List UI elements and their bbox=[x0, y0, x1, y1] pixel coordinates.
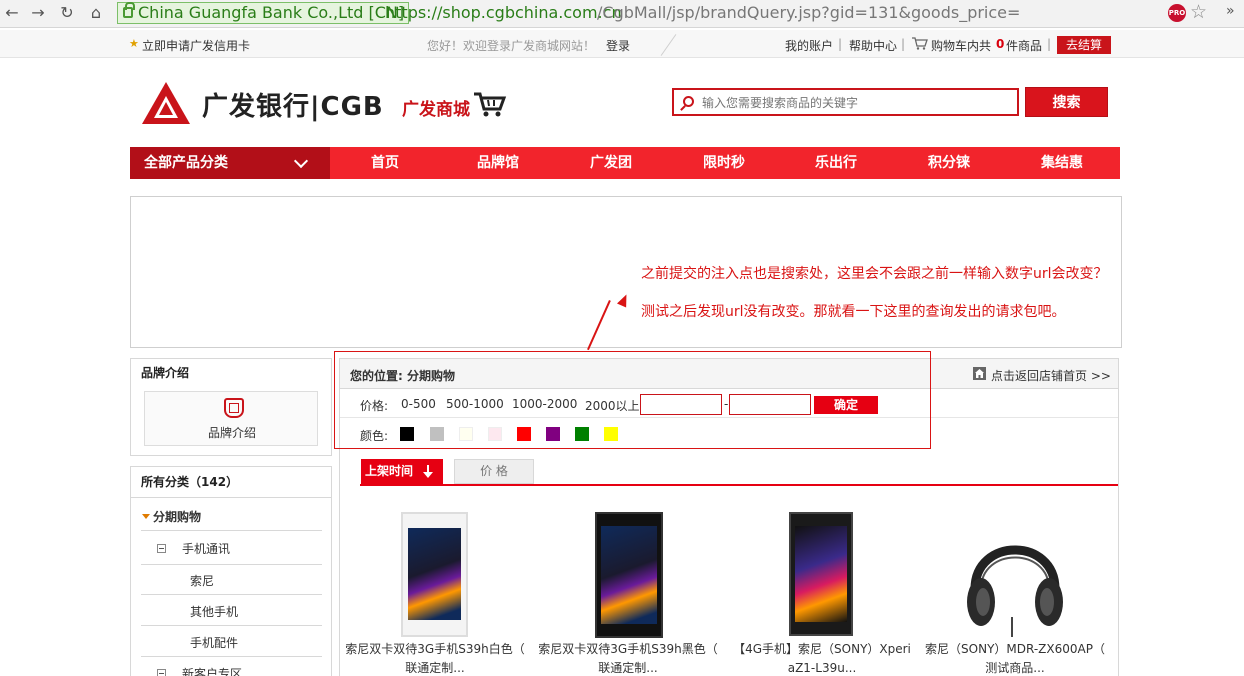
sort-tabs: 上架时间 价 格 bbox=[339, 449, 1119, 487]
product-image[interactable] bbox=[965, 517, 1065, 637]
product-name-cont[interactable]: 联通定制... bbox=[533, 659, 723, 676]
category-group[interactable]: 手机通讯 bbox=[182, 540, 230, 557]
reload-icon[interactable]: ↻ bbox=[57, 3, 77, 23]
more-chevron-icon[interactable]: » bbox=[1226, 3, 1235, 19]
login-link[interactable]: 登录 bbox=[606, 37, 630, 54]
nav-item-points[interactable]: 积分铼 bbox=[899, 147, 999, 179]
secure-site-badge[interactable]: China Guangfa Bank Co.,Ltd [CN] bbox=[117, 2, 410, 24]
cart-suffix: 件商品 bbox=[1006, 39, 1043, 53]
divider bbox=[141, 594, 322, 595]
product-name-cont[interactable]: 测试商品... bbox=[920, 659, 1110, 676]
arrow-down-icon bbox=[423, 465, 433, 478]
annotation-highlight-box bbox=[334, 351, 931, 449]
brand-intro-panel: 品牌介绍 品牌介绍 bbox=[130, 358, 332, 456]
cart-logo-icon bbox=[473, 91, 507, 117]
brand-intro-card[interactable]: 品牌介绍 bbox=[144, 391, 318, 446]
forward-arrow-icon[interactable]: → bbox=[28, 3, 48, 23]
checkout-button[interactable]: 去结算 bbox=[1057, 36, 1111, 54]
lock-icon bbox=[123, 2, 135, 18]
categories-panel: 所有分类（142） 分期购物 手机通讯 索尼 其他手机 手机配件 新客户专区 bbox=[130, 466, 332, 676]
bookmark-star-icon[interactable]: ☆ bbox=[1190, 1, 1207, 23]
extension-pro-icon[interactable]: PRO bbox=[1168, 4, 1186, 22]
divider bbox=[141, 564, 322, 565]
divider bbox=[141, 625, 322, 626]
tabs-underline bbox=[360, 484, 1118, 486]
nav-item-group[interactable]: 广发团 bbox=[561, 147, 661, 179]
home-icon[interactable]: ⌂ bbox=[86, 3, 106, 23]
divider: | bbox=[1047, 37, 1052, 51]
nav-item-flash-sale[interactable]: 限时秒 bbox=[674, 147, 774, 179]
brand-intro-title: 品牌介绍 bbox=[141, 366, 190, 380]
cgb-logo-icon[interactable] bbox=[142, 82, 190, 124]
search-box bbox=[672, 88, 1019, 116]
url-host[interactable]: https://shop.cgbchina.com.cn bbox=[385, 2, 622, 24]
divider: | bbox=[901, 37, 906, 51]
tab-listing-time-label: 上架时间 bbox=[365, 464, 414, 478]
annotation-line-1: 之前提交的注入点也是搜索处，这里会不会跟之前一样输入数字url会改变？ bbox=[641, 266, 1108, 282]
search-button[interactable]: 搜索 bbox=[1025, 87, 1108, 117]
back-arrow-icon[interactable]: ← bbox=[2, 3, 22, 23]
browser-toolbar: ← → ↻ ⌂ China Guangfa Bank Co.,Ltd [CN] … bbox=[0, 0, 1244, 28]
site-top-bar: ★ 立即申请广发信用卡 您好！欢迎登录广发商城网站！ 登录 我的账户 | 帮助中… bbox=[0, 30, 1244, 58]
help-center-link[interactable]: 帮助中心 bbox=[849, 37, 897, 54]
cart-count: 0 bbox=[996, 37, 1005, 51]
product-image[interactable] bbox=[595, 512, 663, 638]
cart-small-icon bbox=[912, 37, 928, 50]
my-account-link[interactable]: 我的账户 bbox=[785, 37, 833, 54]
product-name-cont[interactable]: 联通定制... bbox=[340, 659, 530, 676]
product-name[interactable]: 【4G手机】索尼（SONY）Xperi bbox=[727, 640, 917, 659]
all-categories-menu[interactable]: 全部产品分类 bbox=[130, 147, 330, 179]
url-path[interactable]: /CgbMall/jsp/brandQuery.jsp?gid=131&good… bbox=[597, 2, 1020, 24]
cart-prefix: 购物车内共 bbox=[931, 39, 992, 53]
star-small-icon: ★ bbox=[129, 37, 139, 50]
secure-site-label: China Guangfa Bank Co.,Ltd [CN] bbox=[138, 3, 405, 22]
collapse-minus-icon[interactable] bbox=[157, 544, 166, 553]
triangle-down-icon bbox=[142, 514, 150, 519]
back-to-store-link[interactable]: 点击返回店铺首页 >> bbox=[991, 367, 1111, 384]
category-item[interactable]: 手机配件 bbox=[190, 634, 238, 651]
search-input[interactable] bbox=[702, 94, 1012, 112]
logo-mall-text[interactable]: 广发商城 bbox=[402, 95, 470, 120]
chevron-down-icon bbox=[293, 153, 309, 169]
divider bbox=[141, 656, 322, 657]
search-icon bbox=[683, 96, 694, 107]
product-image[interactable] bbox=[401, 512, 468, 637]
tab-price[interactable]: 价 格 bbox=[454, 459, 534, 484]
product-name-cont[interactable]: aZ1-L39u... bbox=[727, 659, 917, 676]
product-image[interactable] bbox=[789, 512, 853, 636]
home-icon[interactable] bbox=[973, 367, 986, 380]
brand-intro-label: 品牌介绍 bbox=[207, 426, 256, 440]
apply-card-link[interactable]: 立即申请广发信用卡 bbox=[142, 37, 250, 54]
nav-item-deals[interactable]: 集结惠 bbox=[1012, 147, 1112, 179]
annotation-line-2: 测试之后发现url没有改变。那就看一下这里的查询发出的请求包吧。 bbox=[641, 304, 1066, 320]
divider bbox=[141, 530, 322, 531]
divider: | bbox=[838, 37, 843, 51]
product-name[interactable]: 索尼（SONY）MDR-ZX600AP（ bbox=[920, 640, 1110, 659]
category-item[interactable]: 其他手机 bbox=[190, 603, 238, 620]
welcome-text: 您好！欢迎登录广发商城网站！ bbox=[427, 39, 596, 53]
product-name[interactable]: 索尼双卡双待3G手机S39h黑色（ bbox=[533, 640, 723, 659]
category-count: 142 bbox=[201, 475, 227, 489]
brand-shield-icon bbox=[224, 398, 244, 418]
product-grid: 索尼双卡双待3G手机S39h白色（ 联通定制... 索尼双卡双待3G手机S39h… bbox=[339, 487, 1119, 676]
category-group[interactable]: 新客户专区 bbox=[182, 665, 242, 676]
main-nav: 全部产品分类 首页 品牌馆 广发团 限时秒 乐出行 积分铼 集结惠 bbox=[130, 147, 1120, 179]
tab-listing-time[interactable]: 上架时间 bbox=[361, 459, 443, 484]
category-item[interactable]: 索尼 bbox=[190, 572, 214, 589]
divider bbox=[131, 497, 331, 498]
all-categories-label: 全部产品分类 bbox=[144, 155, 228, 171]
nav-item-home[interactable]: 首页 bbox=[335, 147, 435, 179]
nav-item-brands[interactable]: 品牌馆 bbox=[448, 147, 548, 179]
product-name[interactable]: 索尼双卡双待3G手机S39h白色（ bbox=[340, 640, 530, 659]
categories-title: 所有分类（142） bbox=[141, 475, 239, 489]
collapse-minus-icon[interactable] bbox=[157, 669, 166, 676]
category-section[interactable]: 分期购物 bbox=[153, 508, 201, 525]
nav-item-travel[interactable]: 乐出行 bbox=[786, 147, 886, 179]
logo-text[interactable]: 广发银行|CGB bbox=[202, 86, 384, 123]
